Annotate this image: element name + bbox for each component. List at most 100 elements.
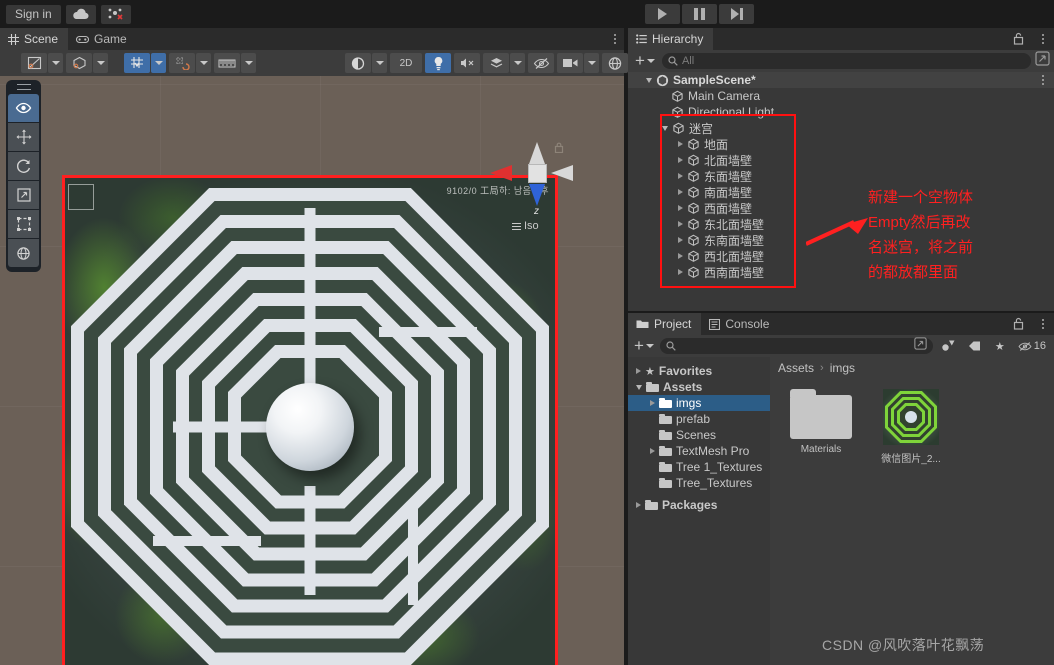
gizmo-center-cube[interactable] [528,164,547,183]
palette-drag-handle[interactable] [16,84,31,90]
hierarchy-item[interactable]: Main Camera [628,88,1054,104]
project-content-area[interactable]: Assets › imgs Materials 微信图片_2... [770,357,1054,665]
snap-button[interactable] [169,53,195,73]
fx-dropdown[interactable] [510,53,525,73]
chevron-down-icon[interactable] [646,77,652,83]
tab-scene[interactable]: Scene [0,28,69,50]
scene-lighting-dropdown[interactable] [372,53,387,73]
project-tree-item[interactable]: Scenes [628,427,770,443]
camera-dropdown[interactable] [584,53,599,73]
chevron-right-icon[interactable] [678,189,683,195]
scene-row-menu[interactable] [1042,75,1044,85]
gizmo-x-axis-cone[interactable] [551,165,573,181]
project-folder-tree[interactable]: ★ Favorites Assets imgs prefab Scenes TextMesh… [628,357,770,665]
maze-selection-frame[interactable]: 9102/0 工局하: 남음탄후 [62,175,558,665]
rect-tool-button[interactable] [8,210,39,238]
hierarchy-item[interactable]: 迷宫 [628,120,1054,136]
hierarchy-search-input[interactable]: All [661,53,1031,69]
sign-in-button[interactable]: Sign in [6,4,61,24]
grid-control[interactable] [124,53,166,73]
filter-favorites-button[interactable]: ★ [990,338,1010,355]
hidden-packages-count[interactable]: 16 [1013,338,1051,355]
transform-tool-button[interactable] [8,239,39,267]
chevron-right-icon[interactable] [678,173,683,179]
chevron-right-icon[interactable] [636,368,641,374]
hierarchy-lock-icon[interactable] [1013,32,1024,50]
project-tree-item[interactable]: Packages [628,497,770,513]
audio-toggle-button[interactable] [454,53,480,73]
gizmo-y-axis-cone[interactable] [529,142,545,164]
fx-button[interactable] [483,53,509,73]
hierarchy-scene-row[interactable]: SampleScene* [628,72,1054,88]
scene-lighting-button[interactable] [345,53,371,73]
shading-dropdown[interactable] [93,53,108,73]
gizmo-projection-toggle[interactable]: Iso [512,220,539,232]
project-tree-item[interactable]: Tree 1_Textures [628,459,770,475]
hierarchy-item[interactable]: 东面墙壁 [628,168,1054,184]
filter-by-label-button[interactable] [963,338,987,355]
chevron-right-icon[interactable] [678,221,683,227]
project-tree-item[interactable]: Assets [628,379,770,395]
tab-game[interactable]: Game [68,28,137,50]
hierarchy-add-button[interactable]: + [632,52,658,69]
hierarchy-options-menu[interactable] [1042,34,1044,44]
chevron-down-icon[interactable] [662,125,668,131]
grid-dropdown[interactable] [151,53,166,73]
chevron-right-icon[interactable] [636,502,641,508]
project-tree-item[interactable]: TextMesh Pro [628,443,770,459]
project-tree-item[interactable]: imgs [628,395,770,411]
cloud-button[interactable] [65,4,96,24]
chevron-right-icon[interactable] [678,157,683,163]
collab-button[interactable] [100,4,131,24]
chevron-right-icon[interactable] [678,237,683,243]
hierarchy-item[interactable]: Directional Light [628,104,1054,120]
2d-toggle-button[interactable]: 2D [390,53,422,73]
scene-camera-button[interactable] [557,53,583,73]
breadcrumb-item-imgs[interactable]: imgs [830,361,855,375]
project-tree-item[interactable]: Tree_Textures [628,475,770,491]
rotate-tool-button[interactable] [8,152,39,180]
asset-item-materials[interactable]: Materials [782,389,860,465]
project-add-button[interactable]: + [631,337,657,354]
ruler-button[interactable] [214,53,240,73]
project-options-menu[interactable] [1042,319,1044,329]
hand-tool-button[interactable] [8,94,39,122]
gizmo-z-axis-cone[interactable] [529,184,545,206]
draw-mode-dropdown[interactable] [48,53,63,73]
chevron-right-icon[interactable] [678,269,683,275]
hierarchy-expand-button[interactable] [1035,51,1050,71]
chevron-right-icon[interactable] [650,448,655,454]
chevron-right-icon[interactable] [650,400,655,406]
tab-project[interactable]: Project [628,313,702,335]
scene-viewport[interactable]: 9102/0 工局하: 남음탄후 z Iso [0,76,624,665]
hierarchy-item[interactable]: 地面 [628,136,1054,152]
play-button[interactable] [645,4,680,24]
draw-mode-button[interactable] [21,53,47,73]
camera-control[interactable] [557,53,599,73]
project-tree-item[interactable]: prefab [628,411,770,427]
project-search-input[interactable] [659,337,933,355]
scale-tool-button[interactable] [8,181,39,209]
chevron-down-icon[interactable] [636,384,642,390]
project-tree-item[interactable]: ★ Favorites [628,363,770,379]
tab-console[interactable]: Console [701,313,779,335]
project-lock-icon[interactable] [1013,317,1024,335]
scene-view-gizmo[interactable]: z Iso [490,134,574,232]
hierarchy-item[interactable]: 北面墙壁 [628,152,1054,168]
chevron-right-icon[interactable] [678,141,683,147]
asset-item-texture[interactable]: 微信图片_2... [872,389,950,465]
gizmo-lock-icon[interactable] [554,140,564,158]
shading-control[interactable] [66,53,108,73]
project-expand-icon[interactable] [914,337,927,355]
ruler-control[interactable] [214,53,256,73]
filter-by-type-button[interactable] [936,338,960,355]
lighting-toggle-button[interactable] [425,53,451,73]
step-button[interactable] [719,4,754,24]
shading-button[interactable] [66,53,92,73]
breadcrumb[interactable]: Assets › imgs [770,357,1054,379]
grid-visibility-button[interactable] [124,53,150,73]
scene-options-menu[interactable] [614,34,616,44]
snap-dropdown[interactable] [196,53,211,73]
gizmos-button[interactable] [602,53,628,73]
tab-hierarchy[interactable]: Hierarchy [628,28,714,50]
